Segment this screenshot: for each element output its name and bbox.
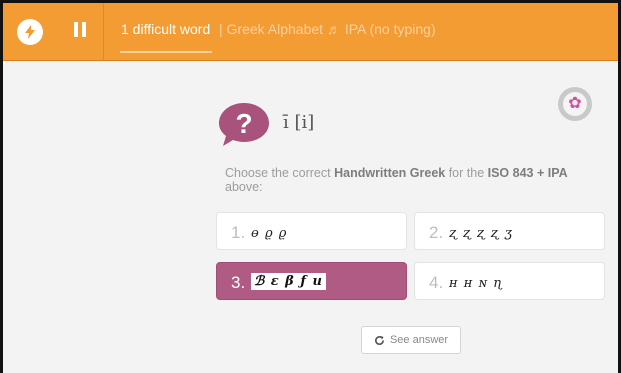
answer-option-4[interactable]: 4. ʜ ʜ ɴ ɳ (414, 262, 605, 300)
top-bar: 1 difficult word | Greek Alphabet ♬ IPA … (3, 3, 618, 61)
instruction-middle: for the (445, 166, 488, 180)
instruction-suffix: above: (225, 180, 263, 194)
svg-text:?: ? (235, 108, 252, 139)
pause-button[interactable] (65, 20, 95, 44)
header-divider (103, 3, 104, 60)
instruction-text: Choose the correct Handwritten Greek for… (225, 166, 595, 194)
instruction-source: ISO 843 + IPA (487, 166, 568, 180)
see-answer-button[interactable]: See answer (361, 326, 461, 354)
option-number: 3. (231, 273, 246, 292)
option-glyphs: ʜ ʜ ɴ ɳ (449, 276, 504, 291)
refresh-icon (375, 335, 384, 345)
title-underline (120, 51, 212, 53)
answer-option-2[interactable]: 2. ʐ ʐ ʐ ʐ ʒ (414, 212, 605, 250)
option-number: 4. (429, 273, 444, 292)
answer-option-1[interactable]: 1. ɵ ϱ ϱ (216, 212, 407, 250)
flower-icon: ✿ (563, 92, 587, 116)
option-number: 1. (231, 223, 246, 242)
pause-icon (72, 22, 88, 42)
see-answer-label: See answer (389, 334, 449, 346)
option-glyphs: ʐ ʐ ʐ ʐ ʒ (449, 226, 513, 241)
flower-badge[interactable]: ✿ (558, 87, 592, 121)
answer-option-3[interactable]: 3. ℬ ε β ƒ u (216, 262, 407, 300)
course-title: | Greek Alphabet ♬ IPA (no typing) (219, 21, 436, 37)
lightning-icon (25, 25, 35, 39)
session-title: 1 difficult word (121, 21, 211, 37)
option-glyphs: ɵ ϱ ϱ (251, 226, 288, 241)
question-mark-icon: ? (219, 103, 269, 146)
option-number: 2. (429, 223, 444, 242)
lightning-button[interactable] (17, 19, 43, 45)
instruction-answer-type: Handwritten Greek (334, 166, 446, 180)
question-prompt: ī [i] (283, 112, 315, 133)
app-window: 1 difficult word | Greek Alphabet ♬ IPA … (0, 0, 621, 373)
instruction-prefix: Choose the correct (225, 166, 335, 180)
option-glyphs: ℬ ε β ƒ u (251, 273, 326, 290)
